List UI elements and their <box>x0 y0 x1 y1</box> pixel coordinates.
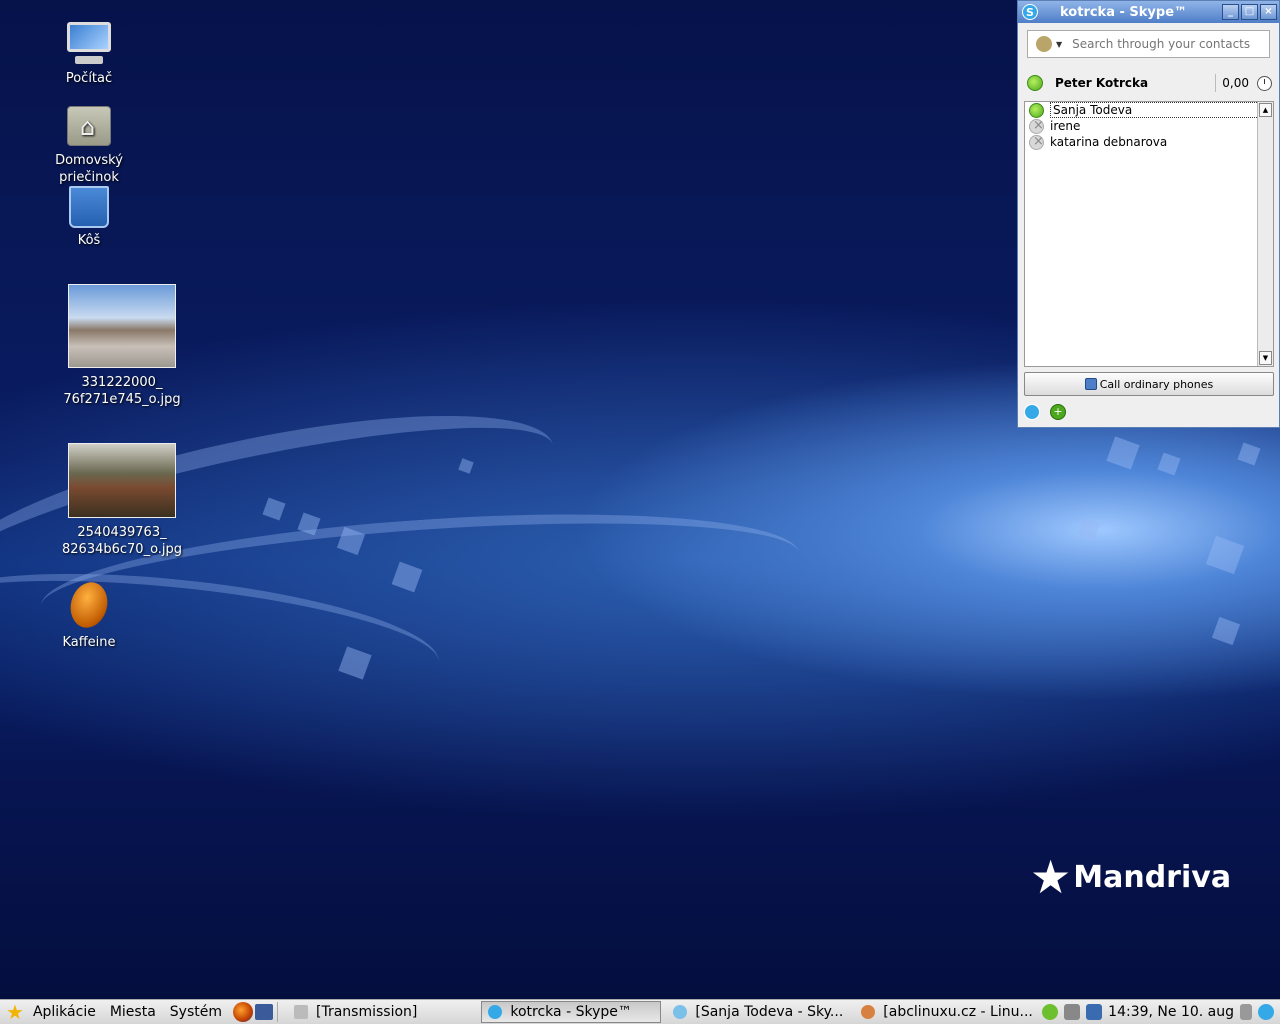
window-title: kotrcka - Skype™ <box>1060 4 1188 20</box>
desktop-icon-image-1[interactable]: 331222000_ 76f271e745_o.jpg <box>52 284 192 408</box>
desktop-icon-label: 2540439763_ 82634b6c70_o.jpg <box>62 525 183 557</box>
contact-item[interactable]: Sanja Todeva <box>1025 102 1273 118</box>
profile-name: Peter Kotrcka <box>1055 76 1149 90</box>
bottom-toolbar: + <box>1024 404 1066 420</box>
skype-icon[interactable] <box>1258 1004 1274 1020</box>
update-icon[interactable] <box>1086 1004 1103 1020</box>
clock-icon[interactable] <box>1257 75 1272 91</box>
volume-icon[interactable] <box>1240 1004 1252 1020</box>
offline-status-icon <box>1029 118 1044 134</box>
menu-system[interactable]: Systém <box>163 1004 229 1020</box>
close-button[interactable]: × <box>1260 4 1277 20</box>
terminal-icon[interactable] <box>255 1004 273 1020</box>
mandriva-logo: ★ Mandriva <box>1030 850 1231 904</box>
desktop-icon-label: 331222000_ 76f271e745_o.jpg <box>63 375 181 407</box>
search-input[interactable] <box>1072 37 1263 51</box>
star-icon[interactable]: ★ <box>6 1000 24 1024</box>
person-icon <box>1036 36 1052 52</box>
task-skype[interactable]: kotrcka - Skype™ <box>481 1001 662 1023</box>
task-browser[interactable]: [abclinuxu.cz - Linu... <box>855 1001 1039 1023</box>
contact-name: katarina debnarova <box>1050 135 1168 149</box>
taskbar: ★ Aplikácie Miesta Systém [Transmission]… <box>0 999 1280 1024</box>
window-titlebar[interactable]: S kotrcka - Skype™ _ □ × <box>1018 1 1279 23</box>
contact-list[interactable]: Sanja Todeva irene katarina debnarova ▲ … <box>1024 101 1274 367</box>
credit-balance: 0,00 <box>1222 76 1249 90</box>
call-phones-button[interactable]: Call ordinary phones <box>1024 372 1274 396</box>
home-folder-icon <box>67 106 111 146</box>
desktop-icon-label: Kôš <box>77 233 101 248</box>
chevron-down-icon[interactable]: ▼ <box>1056 40 1062 49</box>
skype-status-icon[interactable] <box>1042 1004 1059 1020</box>
image-thumbnail <box>68 284 176 368</box>
skype-window: S kotrcka - Skype™ _ □ × ▼ Peter Kotrcka… <box>1017 0 1280 428</box>
skype-logo-icon: S <box>1022 4 1038 20</box>
desktop-icon-home[interactable]: Domovský priečinok <box>19 106 159 186</box>
contact-search[interactable]: ▼ <box>1027 30 1270 58</box>
transmission-icon <box>294 1005 308 1019</box>
skype-icon <box>488 1005 503 1019</box>
desktop-icon-label: Kaffeine <box>62 635 116 650</box>
scrollbar[interactable]: ▲ ▼ <box>1257 102 1273 366</box>
desktop-icon-label: Počítač <box>65 71 113 86</box>
system-tray: 14:39, Ne 10. aug <box>1042 1004 1280 1020</box>
contact-name: Sanja Todeva <box>1050 102 1269 118</box>
firefox-icon[interactable] <box>233 1002 253 1022</box>
menu-applications[interactable]: Aplikácie <box>26 1004 103 1020</box>
transmission-tray-icon[interactable] <box>1064 1004 1081 1020</box>
profile-bar[interactable]: Peter Kotrcka 0,00 <box>1027 73 1272 93</box>
desktop-icon-trash[interactable]: Kôš <box>19 186 159 249</box>
phone-icon <box>1084 378 1097 390</box>
online-status-icon <box>1029 102 1044 118</box>
contact-name: irene <box>1050 119 1081 133</box>
image-thumbnail <box>68 443 176 518</box>
desktop-icon-computer[interactable]: Počítač <box>19 22 159 87</box>
divider <box>277 1002 278 1022</box>
task-skype-chat[interactable]: [Sanja Todeva - Sky... <box>667 1001 849 1023</box>
trash-icon <box>69 186 109 228</box>
contact-item[interactable]: katarina debnarova <box>1025 134 1273 150</box>
firefox-icon <box>861 1005 876 1019</box>
task-label: [Sanja Todeva - Sky... <box>695 1004 844 1020</box>
desktop-icon-kaffeine[interactable]: Kaffeine <box>19 578 159 651</box>
chat-icon <box>673 1005 688 1019</box>
desktop-icon-image-2[interactable]: 2540439763_ 82634b6c70_o.jpg <box>52 443 192 558</box>
task-label: [Transmission] <box>316 1004 418 1020</box>
maximize-button[interactable]: □ <box>1241 4 1258 20</box>
contact-item[interactable]: irene <box>1025 118 1273 134</box>
offline-status-icon <box>1029 134 1044 150</box>
divider <box>1215 74 1217 92</box>
desktop-icon-label: Domovský priečinok <box>55 153 123 185</box>
scroll-down-icon[interactable]: ▼ <box>1259 351 1272 365</box>
star-icon: ★ <box>1030 850 1072 904</box>
computer-icon <box>65 22 113 66</box>
online-status-icon[interactable] <box>1027 75 1043 91</box>
clock[interactable]: 14:39, Ne 10. aug <box>1108 1004 1234 1020</box>
add-contact-icon[interactable]: + <box>1050 404 1066 420</box>
kaffeine-icon <box>65 578 113 632</box>
call-phones-label: Call ordinary phones <box>1099 377 1214 391</box>
task-label: kotrcka - Skype™ <box>510 1004 632 1020</box>
brand-text: Mandriva <box>1073 859 1232 895</box>
skype-menu-icon[interactable] <box>1024 404 1040 420</box>
minimize-button[interactable]: _ <box>1222 4 1239 20</box>
scroll-up-icon[interactable]: ▲ <box>1259 103 1272 117</box>
task-label: [abclinuxu.cz - Linu... <box>883 1004 1033 1020</box>
task-transmission[interactable]: [Transmission] <box>288 1001 423 1023</box>
menu-places[interactable]: Miesta <box>103 1004 163 1020</box>
